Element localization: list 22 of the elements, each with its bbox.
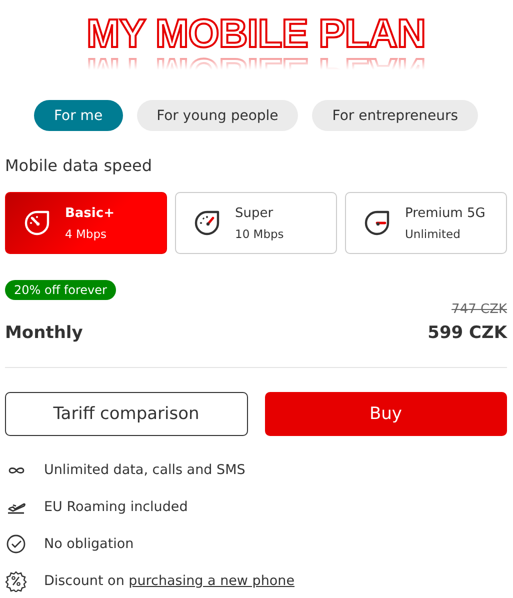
plan-card[interactable]: Super 10 Mbps [175, 192, 337, 254]
old-price: 747 CZK [450, 302, 507, 317]
discount-badge: 20% off forever [5, 280, 116, 300]
price: 599 CZK [428, 323, 507, 343]
plan-card[interactable]: Basic+ 4 Mbps [5, 192, 167, 254]
page-title: MY MOBILE PLAN [86, 12, 426, 56]
tab[interactable]: For young people [136, 100, 298, 131]
tab[interactable]: For me [34, 100, 123, 131]
tab[interactable]: For entrepreneurs [312, 100, 478, 131]
feature-text: No obligation [44, 536, 134, 552]
comparison-button[interactable]: Tariff comparison [5, 392, 248, 436]
feature-text: Discount on purchasing a new phone [44, 573, 295, 589]
check-circle-icon [5, 533, 27, 555]
feature-text: EU Roaming included [44, 499, 188, 515]
buy-button[interactable]: Buy [264, 392, 507, 436]
billing-label: Monthly [5, 323, 83, 343]
infinity-icon [7, 466, 26, 474]
link[interactable]: purchasing a new phone [128, 573, 295, 589]
section-title: Mobile data speed [5, 156, 154, 176]
discount-icon [5, 570, 27, 592]
feature-text: Unlimited data, calls and SMS [44, 462, 246, 478]
plan-card[interactable]: Premium 5G Unlimited [345, 192, 507, 254]
